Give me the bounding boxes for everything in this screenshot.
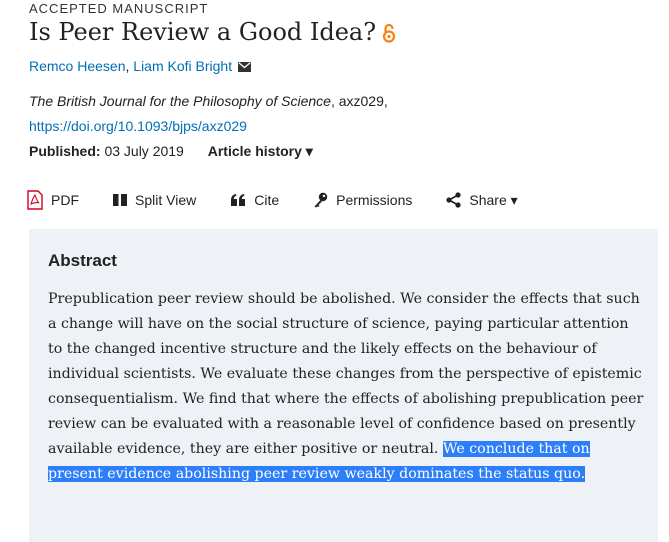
- share-icon: [446, 192, 461, 208]
- article-title: Is Peer Review a Good Idea?: [29, 18, 396, 49]
- publication-info: Published: 03 July 2019 Article history …: [29, 143, 313, 160]
- abstract-heading: Abstract: [48, 251, 117, 270]
- envelope-icon[interactable]: [238, 59, 252, 75]
- key-icon: [313, 192, 328, 208]
- split-view-button[interactable]: Split View: [113, 192, 196, 208]
- journal-citation: The British Journal for the Philosophy o…: [29, 93, 388, 109]
- share-button-label: Share ▾: [469, 191, 518, 208]
- open-access-lock-icon: [382, 21, 396, 49]
- published-date: 03 July 2019: [104, 143, 184, 159]
- article-toolbar: PDF Split View Cite Permissions Share ▾: [27, 188, 552, 212]
- manuscript-status-label: ACCEPTED MANUSCRIPT: [29, 1, 209, 16]
- quote-icon: [230, 194, 246, 206]
- split-view-icon: [113, 194, 127, 206]
- abstract-text: Prepublication peer review should be abo…: [48, 287, 644, 487]
- abstract-body: Prepublication peer review should be abo…: [48, 291, 644, 457]
- cite-button-label: Cite: [254, 192, 280, 208]
- pdf-button-label: PDF: [51, 192, 79, 208]
- permissions-button-label: Permissions: [336, 192, 413, 208]
- pdf-icon: [27, 190, 43, 210]
- split-view-button-label: Split View: [135, 192, 197, 208]
- journal-article-id: , axz029,: [330, 93, 388, 109]
- author-link[interactable]: Remco Heesen: [29, 58, 126, 74]
- article-title-text: Is Peer Review a Good Idea?: [29, 18, 377, 46]
- permissions-button[interactable]: Permissions: [313, 192, 412, 208]
- pdf-button[interactable]: PDF: [27, 190, 79, 210]
- author-link[interactable]: Liam Kofi Bright: [133, 58, 232, 74]
- journal-name: The British Journal for the Philosophy o…: [29, 93, 331, 109]
- share-button[interactable]: Share ▾: [446, 191, 518, 209]
- article-history-toggle[interactable]: Article history ▾: [208, 143, 313, 159]
- doi-link[interactable]: https://doi.org/10.1093/bjps/axz029: [29, 118, 247, 134]
- author-list: Remco Heesen, Liam Kofi Bright: [29, 58, 252, 75]
- doi: https://doi.org/10.1093/bjps/axz029: [29, 118, 247, 134]
- published-label: Published:: [29, 143, 101, 159]
- cite-button[interactable]: Cite: [230, 192, 279, 208]
- abstract-section: Abstract Prepublication peer review shou…: [29, 229, 658, 542]
